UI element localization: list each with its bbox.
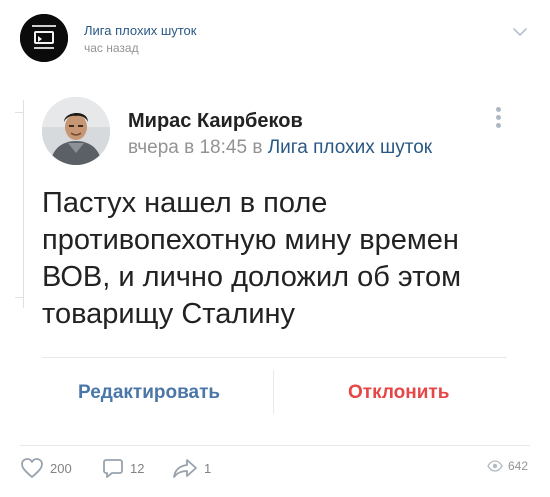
decline-button[interactable]: Отклонить [348,382,449,404]
eye-icon [487,460,503,472]
chevron-down-icon[interactable] [512,26,528,38]
share-icon [173,459,197,478]
repost-bracket-bottom [15,297,24,298]
shares-count: 1 [204,460,212,476]
more-options-icon[interactable] [494,107,502,131]
post-header: Лига плохих шуток час назад [0,0,550,70]
group-name[interactable]: Лига плохих шуток [84,23,196,38]
footer-divider [20,445,530,446]
heart-icon [21,458,43,478]
repost-bracket-top [15,112,24,113]
avatar-photo [42,97,110,165]
divider [42,357,507,358]
share-button[interactable]: 1 [172,457,211,479]
author-meta: вчера в 18:45 в Лига плохих шуток [128,137,432,159]
post-text: Пастух нашел в поле противопехотную мину… [42,187,462,330]
like-button[interactable]: 200 [20,457,72,479]
author-avatar[interactable] [42,97,110,165]
likes-count: 200 [50,460,72,476]
post-footer: 200 12 1 642 [0,455,550,485]
author-name[interactable]: Мирас Каирбеков [128,110,303,133]
repost-bracket [23,100,24,308]
post-time[interactable]: час назад [84,41,139,55]
group-avatar[interactable] [20,14,68,62]
edit-button[interactable]: Редактировать [78,382,220,404]
divider-vertical [273,370,274,414]
views-counter: 642 [487,459,528,473]
group-logo-icon [20,14,68,62]
comment-button[interactable]: 12 [102,457,144,479]
repost-time[interactable]: вчера в 18:45 в [128,137,268,158]
repost-group-link[interactable]: Лига плохих шуток [268,137,432,158]
views-count: 642 [507,459,528,473]
comment-icon [103,459,123,478]
comments-count: 12 [130,460,145,476]
